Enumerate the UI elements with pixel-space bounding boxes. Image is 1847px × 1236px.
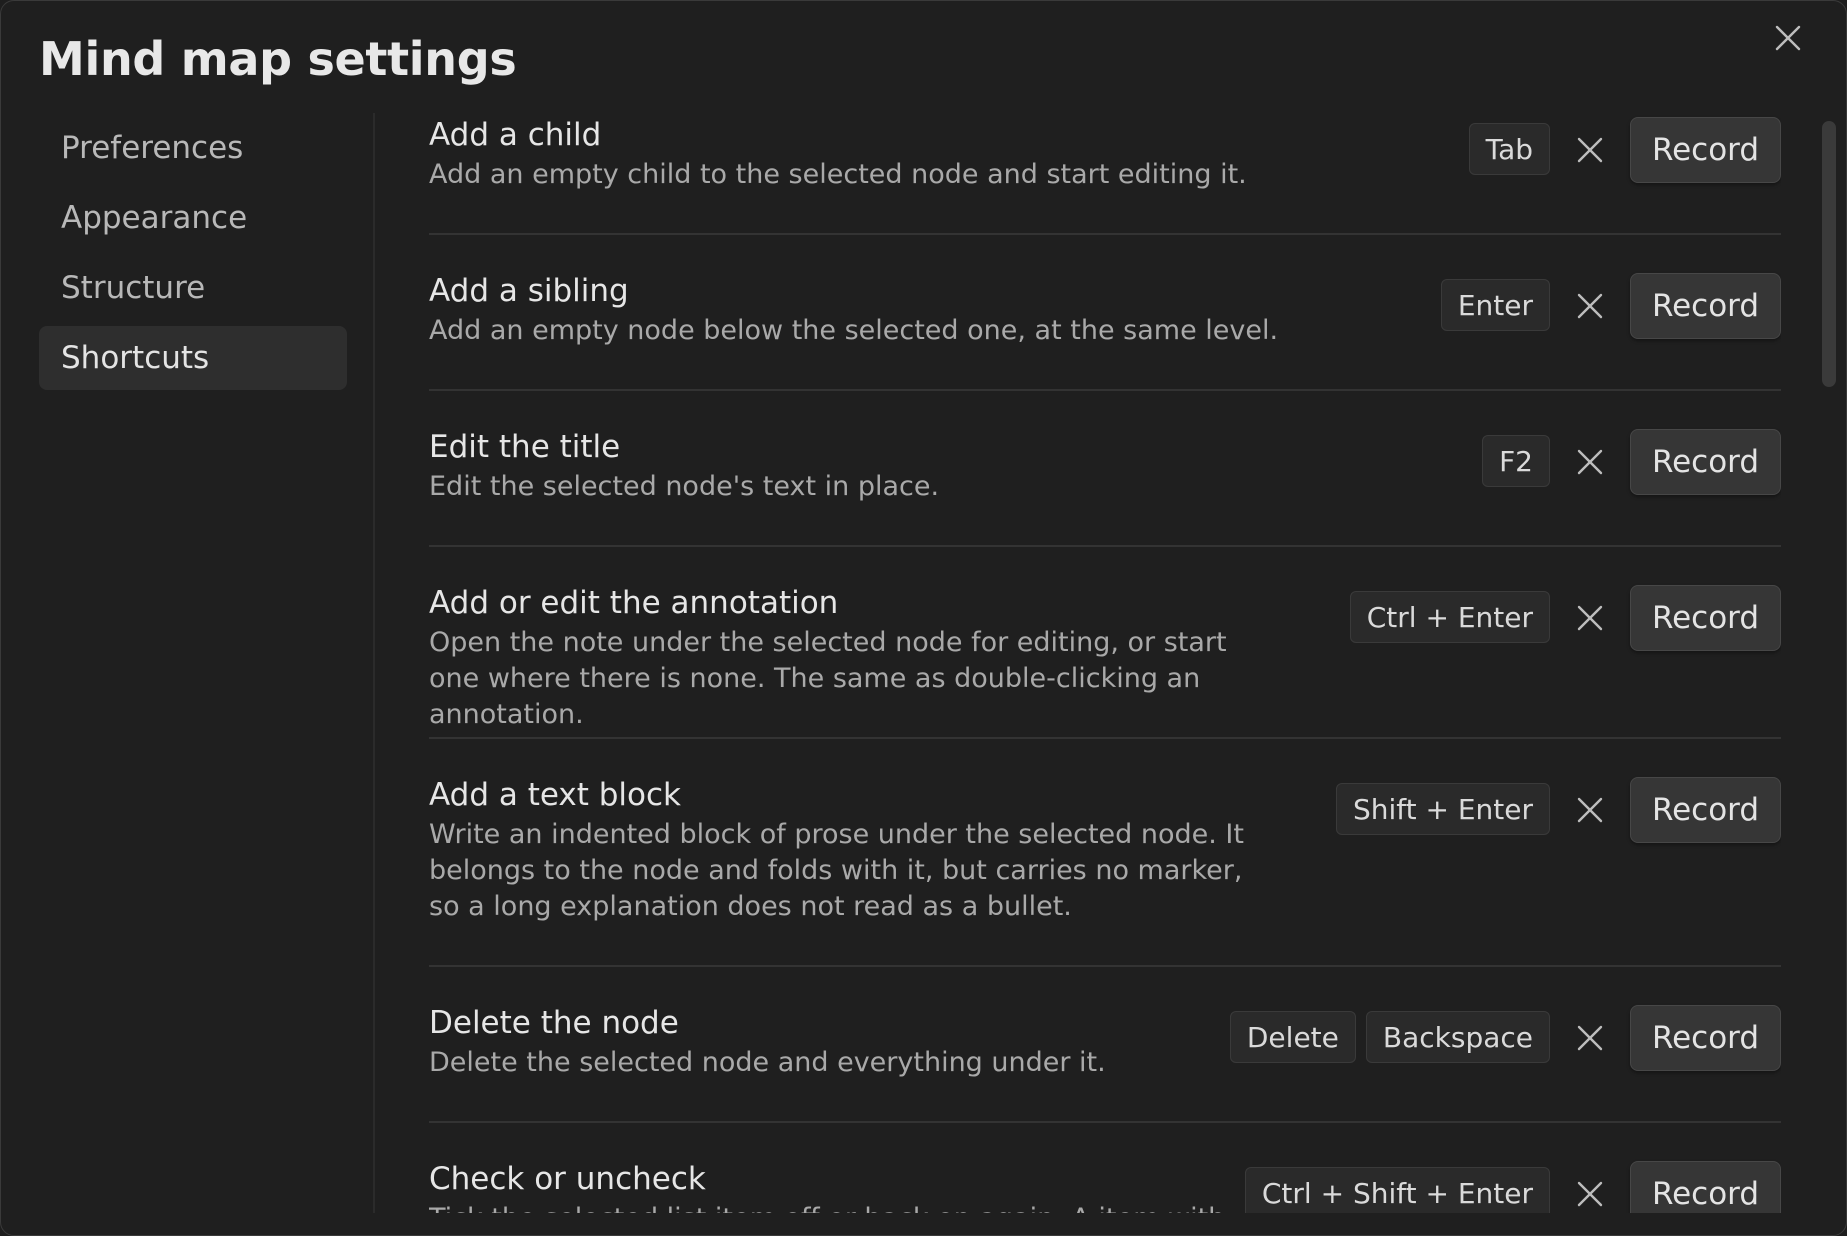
shortcuts-list: Add a child Add an empty child to the se… (429, 111, 1781, 1213)
hotkey-badge[interactable]: Enter (1440, 279, 1550, 331)
record-button[interactable]: Record (1630, 273, 1781, 339)
record-button[interactable]: Record (1630, 777, 1781, 843)
shortcut-description: Tick the selected list item off or back … (429, 1201, 1279, 1213)
sidebar-divider (373, 113, 375, 1213)
sidebar-item-label: Shortcuts (61, 340, 210, 376)
x-icon (1577, 605, 1603, 631)
clear-hotkey-button[interactable] (1550, 1004, 1630, 1072)
x-icon (1577, 293, 1603, 319)
clear-hotkey-button[interactable] (1550, 584, 1630, 652)
scrollbar-thumb[interactable] (1822, 121, 1836, 387)
record-button[interactable]: Record (1630, 1161, 1781, 1213)
shortcut-description: Add an empty node below the selected one… (429, 315, 1279, 346)
shortcut-description: Write an indented block of prose under t… (429, 819, 1244, 922)
sidebar-item-shortcuts[interactable]: Shortcuts (39, 326, 347, 390)
sidebar-item-label: Structure (61, 270, 206, 306)
record-button[interactable]: Record (1630, 429, 1781, 495)
shortcut-description: Edit the selected node's text in place. (429, 471, 940, 502)
settings-sidebar: Preferences Appearance Structure Shortcu… (39, 116, 347, 396)
settings-dialog: Mind map settings Preferences Appearance… (0, 0, 1847, 1236)
x-icon (1577, 1025, 1603, 1051)
hotkey-badge[interactable]: Ctrl + Shift + Enter (1244, 1167, 1550, 1213)
dialog-title: Mind map settings (39, 32, 517, 86)
shortcut-row: Edit the title Edit the selected node's … (429, 425, 1781, 547)
x-icon (1577, 1181, 1603, 1207)
hotkey-badge[interactable]: Ctrl + Enter (1349, 591, 1550, 643)
hotkey-badge[interactable]: F2 (1482, 435, 1550, 487)
shortcut-row: Delete the node Delete the selected node… (429, 1001, 1781, 1123)
shortcut-row: Add a sibling Add an empty node below th… (429, 269, 1781, 391)
hotkey-badge[interactable]: Tab (1468, 123, 1550, 175)
sidebar-item-label: Preferences (61, 130, 244, 166)
hotkey-badge[interactable]: Backspace (1365, 1011, 1550, 1063)
clear-hotkey-button[interactable] (1550, 428, 1630, 496)
hotkey-badge[interactable]: Delete (1229, 1011, 1356, 1063)
clear-hotkey-button[interactable] (1550, 776, 1630, 844)
hotkey-badge[interactable]: Shift + Enter (1335, 783, 1550, 835)
shortcut-row: Add a child Add an empty child to the se… (429, 113, 1781, 235)
shortcut-description: Add an empty child to the selected node … (429, 159, 1247, 190)
shortcut-row: Add or edit the annotation Open the note… (429, 581, 1781, 739)
record-button[interactable]: Record (1630, 585, 1781, 651)
shortcut-row: Add a text block Write an indented block… (429, 773, 1781, 967)
sidebar-item-structure[interactable]: Structure (39, 256, 347, 320)
shortcut-description: Open the note under the selected node fo… (429, 627, 1227, 730)
record-button[interactable]: Record (1630, 117, 1781, 183)
record-button[interactable]: Record (1630, 1005, 1781, 1071)
sidebar-item-appearance[interactable]: Appearance (39, 186, 347, 250)
close-icon (1775, 25, 1801, 51)
close-button[interactable] (1771, 21, 1805, 55)
clear-hotkey-button[interactable] (1550, 272, 1630, 340)
sidebar-item-label: Appearance (61, 200, 248, 236)
x-icon (1577, 449, 1603, 475)
shortcut-description: Delete the selected node and everything … (429, 1047, 1106, 1078)
x-icon (1577, 797, 1603, 823)
clear-hotkey-button[interactable] (1550, 1160, 1630, 1213)
sidebar-item-preferences[interactable]: Preferences (39, 116, 347, 180)
x-icon (1577, 137, 1603, 163)
shortcut-row: Check or uncheck Tick the selected list … (429, 1157, 1781, 1213)
clear-hotkey-button[interactable] (1550, 116, 1630, 184)
